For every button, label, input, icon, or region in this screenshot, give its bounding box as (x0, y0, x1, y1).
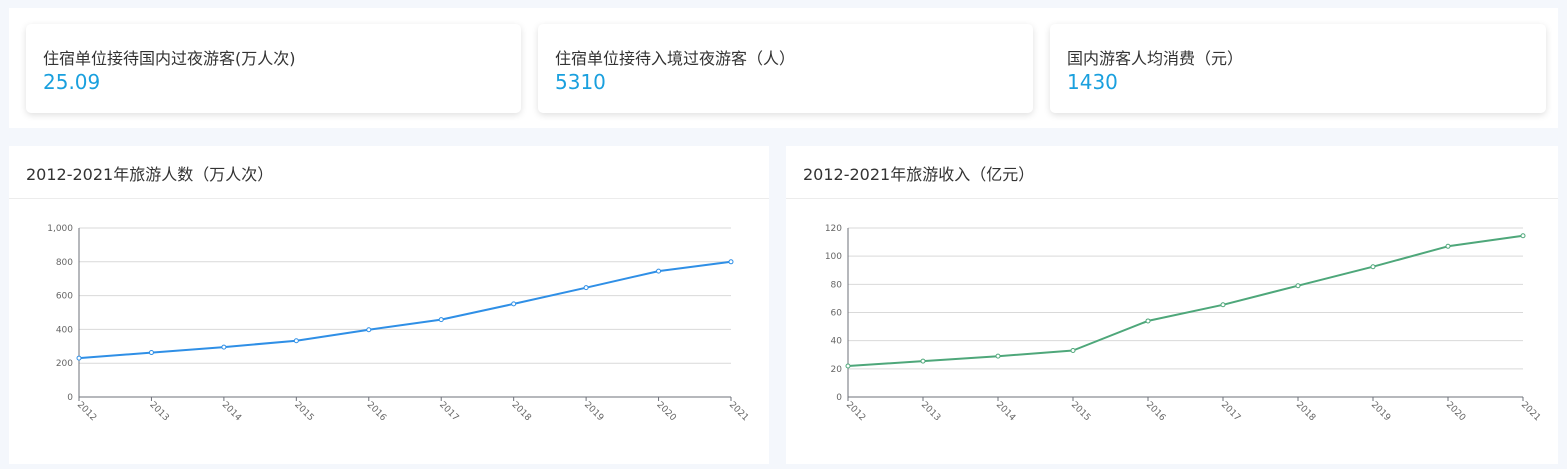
x-tick-label: 2017 (1219, 400, 1242, 423)
tourism-revenue-panel: 2012-2021年旅游收入（亿元） 0 20 40 60 80 100 120 2012 20… (786, 146, 1558, 464)
x-tick-label: 2020 (1444, 400, 1467, 423)
stats-band: 住宿单位接待国内过夜游客(万人次) 25.09 住宿单位接待入境过夜游客（人） … (9, 8, 1558, 128)
data-point (656, 268, 662, 274)
stat-card-per-capita-spend: 国内游客人均消费（元） 1430 (1050, 24, 1546, 113)
x-tick-label: 2014 (220, 400, 243, 423)
data-point (1520, 233, 1526, 239)
data-point (366, 327, 372, 333)
x-tick-label: 2016 (365, 400, 388, 423)
x-tick-label: 2016 (1144, 400, 1167, 423)
y-tick-label: 200 (56, 359, 73, 369)
x-tick-label: 2015 (1069, 400, 1092, 423)
data-point (583, 285, 589, 291)
y-tick-label: 120 (825, 224, 842, 234)
y-tick-label: 20 (831, 365, 843, 375)
x-tick-label: 2021 (1519, 400, 1542, 423)
data-point (76, 355, 82, 361)
y-tick-label: 600 (56, 292, 73, 302)
stat-card-inbound-overnight: 住宿单位接待入境过夜游客（人） 5310 (538, 24, 1033, 113)
stat-value: 1430 (1067, 70, 1118, 94)
x-tick-label: 2021 (727, 400, 750, 423)
y-tick-label: 400 (56, 325, 73, 335)
data-point (920, 358, 926, 364)
stat-label: 住宿单位接待国内过夜游客(万人次) (43, 49, 296, 68)
y-tick-label: 60 (831, 309, 843, 319)
data-point (845, 363, 851, 369)
y-tick-label: 80 (831, 280, 843, 290)
x-tick-label: 2015 (292, 400, 315, 423)
data-point (293, 338, 299, 344)
tourism-revenue-chart: 0 20 40 60 80 100 120 2012 2013 2014 2015 2016 2017 2… (825, 224, 1542, 424)
x-tick-label: 2018 (1294, 400, 1317, 423)
stat-label: 国内游客人均消费（元） (1067, 49, 1244, 68)
stat-value: 5310 (555, 70, 606, 94)
series-line (847, 234, 1524, 367)
x-tick-label: 2018 (510, 400, 533, 423)
data-point (995, 353, 1001, 359)
data-point (1295, 283, 1301, 289)
y-tick-label: 100 (825, 252, 842, 262)
y-tick-label: 0 (836, 393, 842, 403)
x-tick-label: 2013 (919, 400, 942, 423)
y-tick-label: 0 (67, 393, 73, 403)
series-line (78, 260, 732, 360)
data-point (438, 317, 444, 323)
x-tick-label: 2020 (654, 400, 677, 423)
y-tick-label: 800 (56, 258, 73, 268)
stat-value: 25.09 (43, 70, 101, 94)
x-tick-label: 2017 (437, 400, 460, 423)
x-tick-label: 2012 (844, 400, 867, 423)
data-point (511, 301, 517, 307)
stat-label: 住宿单位接待入境过夜游客（人） (555, 49, 796, 68)
stat-card-domestic-overnight: 住宿单位接待国内过夜游客(万人次) 25.09 (26, 24, 521, 113)
data-point (1070, 348, 1076, 354)
x-tick-label: 2014 (994, 400, 1017, 423)
data-point (221, 344, 227, 350)
y-tick-label: 1,000 (47, 224, 73, 234)
tourist-count-panel: 2012-2021年旅游人数（万人次） 0 200 400 600 800 1,000 20… (9, 146, 769, 464)
x-tick-label: 2012 (75, 400, 98, 423)
data-point (1370, 264, 1376, 270)
data-point (1220, 302, 1226, 308)
x-tick-label: 2019 (582, 400, 605, 423)
tourist-count-chart: 0 200 400 600 800 1,000 2012 2013 2014 2015 2016 20… (47, 224, 750, 424)
data-point (1145, 318, 1151, 324)
data-point (148, 350, 154, 356)
x-tick-label: 2019 (1369, 400, 1392, 423)
data-point (1445, 243, 1451, 249)
y-tick-label: 40 (831, 337, 843, 347)
x-tick-label: 2013 (147, 400, 170, 423)
data-point (728, 259, 734, 265)
